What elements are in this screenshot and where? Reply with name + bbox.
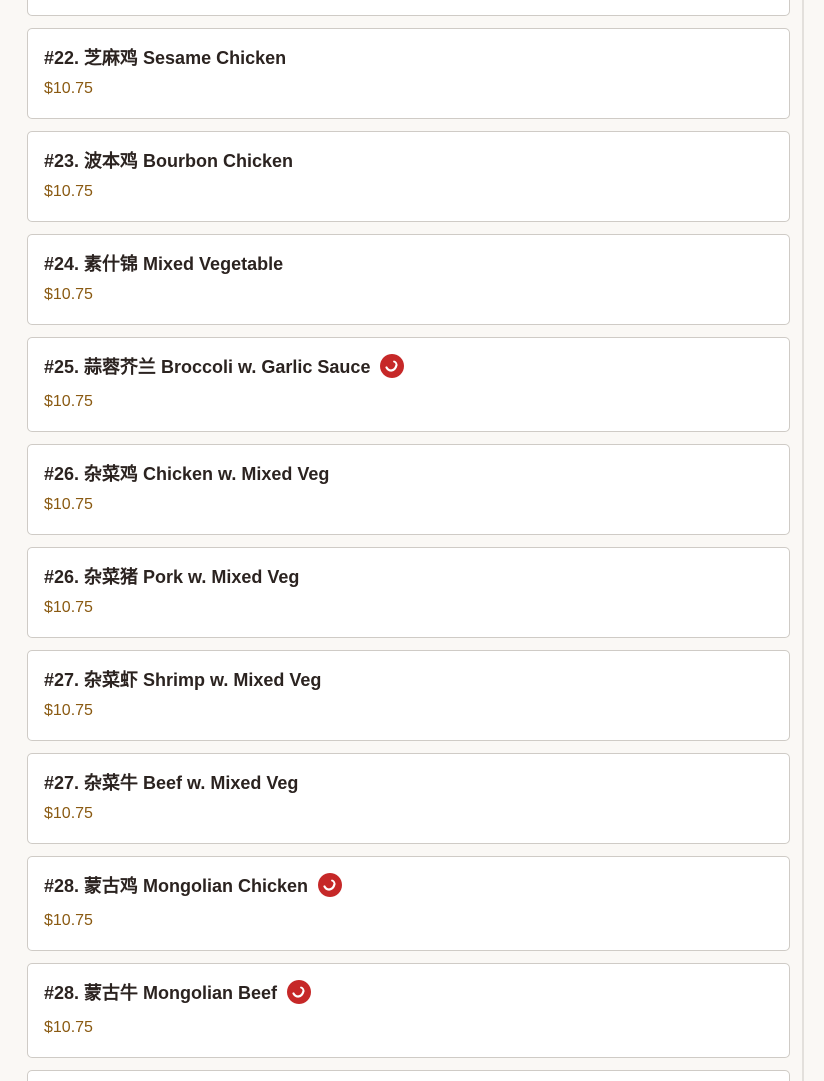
item-name: #25. 蒜蓉芥兰 Broccoli w. Garlic Sauce <box>44 353 405 379</box>
item-title: #27. 杂菜虾 Shrimp w. Mixed Veg <box>44 670 322 690</box>
menu-item-card-partial-top[interactable] <box>27 0 790 16</box>
item-price: $10.75 <box>44 702 93 719</box>
menu-item-card[interactable]: #26. 杂菜猪 Pork w. Mixed Veg $10.75 <box>27 547 790 638</box>
item-price: $10.75 <box>44 599 93 616</box>
menu-item-card[interactable]: #26. 杂菜鸡 Chicken w. Mixed Veg $10.75 <box>27 444 790 535</box>
menu-item-card-partial-bottom[interactable] <box>27 1070 790 1081</box>
item-name: #27. 杂菜虾 Shrimp w. Mixed Veg <box>44 666 321 692</box>
item-name: #26. 杂菜猪 Pork w. Mixed Veg <box>44 563 299 589</box>
scroll-divider <box>802 0 804 1081</box>
item-name: #23. 波本鸡 Bourbon Chicken <box>44 147 293 173</box>
item-price: $10.75 <box>44 496 93 513</box>
chili-pepper-icon <box>287 980 312 1004</box>
menu-item-card[interactable]: #28. 蒙古鸡 Mongolian Chicken $10.75 <box>27 856 790 951</box>
menu-item-card[interactable]: #28. 蒙古牛 Mongolian Beef $10.75 <box>27 963 790 1058</box>
item-title: #24. 素什锦 Mixed Vegetable <box>44 254 284 274</box>
item-name: #27. 杂菜牛 Beef w. Mixed Veg <box>44 769 298 795</box>
item-price: $10.75 <box>44 912 93 929</box>
menu-item-card[interactable]: #23. 波本鸡 Bourbon Chicken $10.75 <box>27 131 790 222</box>
item-price: $10.75 <box>44 1019 93 1036</box>
item-price: $10.75 <box>44 80 93 97</box>
item-name: #26. 杂菜鸡 Chicken w. Mixed Veg <box>44 460 329 486</box>
menu-item-card[interactable]: #25. 蒜蓉芥兰 Broccoli w. Garlic Sauce $10.7… <box>27 337 790 432</box>
menu-item-card[interactable]: #24. 素什锦 Mixed Vegetable $10.75 <box>27 234 790 325</box>
menu-item-card[interactable]: #27. 杂菜虾 Shrimp w. Mixed Veg $10.75 <box>27 650 790 741</box>
menu-list: #22. 芝麻鸡 Sesame Chicken $10.75 #23. 波本鸡 … <box>0 0 804 1081</box>
item-title: #28. 蒙古牛 Mongolian Beef <box>44 983 278 1003</box>
item-title: #28. 蒙古鸡 Mongolian Chicken <box>44 876 309 896</box>
item-name: #28. 蒙古鸡 Mongolian Chicken <box>44 872 343 898</box>
chili-pepper-icon <box>380 354 405 378</box>
item-title: #27. 杂菜牛 Beef w. Mixed Veg <box>44 773 299 793</box>
chili-pepper-icon <box>318 873 343 897</box>
menu-item-card[interactable]: #22. 芝麻鸡 Sesame Chicken $10.75 <box>27 28 790 119</box>
item-name: #24. 素什锦 Mixed Vegetable <box>44 250 283 276</box>
item-title: #25. 蒜蓉芥兰 Broccoli w. Garlic Sauce <box>44 357 371 377</box>
item-price: $10.75 <box>44 393 93 410</box>
item-title: #26. 杂菜鸡 Chicken w. Mixed Veg <box>44 464 330 484</box>
item-name: #22. 芝麻鸡 Sesame Chicken <box>44 44 286 70</box>
item-title: #23. 波本鸡 Bourbon Chicken <box>44 151 294 171</box>
item-title: #26. 杂菜猪 Pork w. Mixed Veg <box>44 567 300 587</box>
item-price: $10.75 <box>44 805 93 822</box>
menu-item-card[interactable]: #27. 杂菜牛 Beef w. Mixed Veg $10.75 <box>27 753 790 844</box>
item-price: $10.75 <box>44 286 93 303</box>
item-name: #28. 蒙古牛 Mongolian Beef <box>44 979 312 1005</box>
item-title: #22. 芝麻鸡 Sesame Chicken <box>44 48 287 68</box>
item-price: $10.75 <box>44 183 93 200</box>
